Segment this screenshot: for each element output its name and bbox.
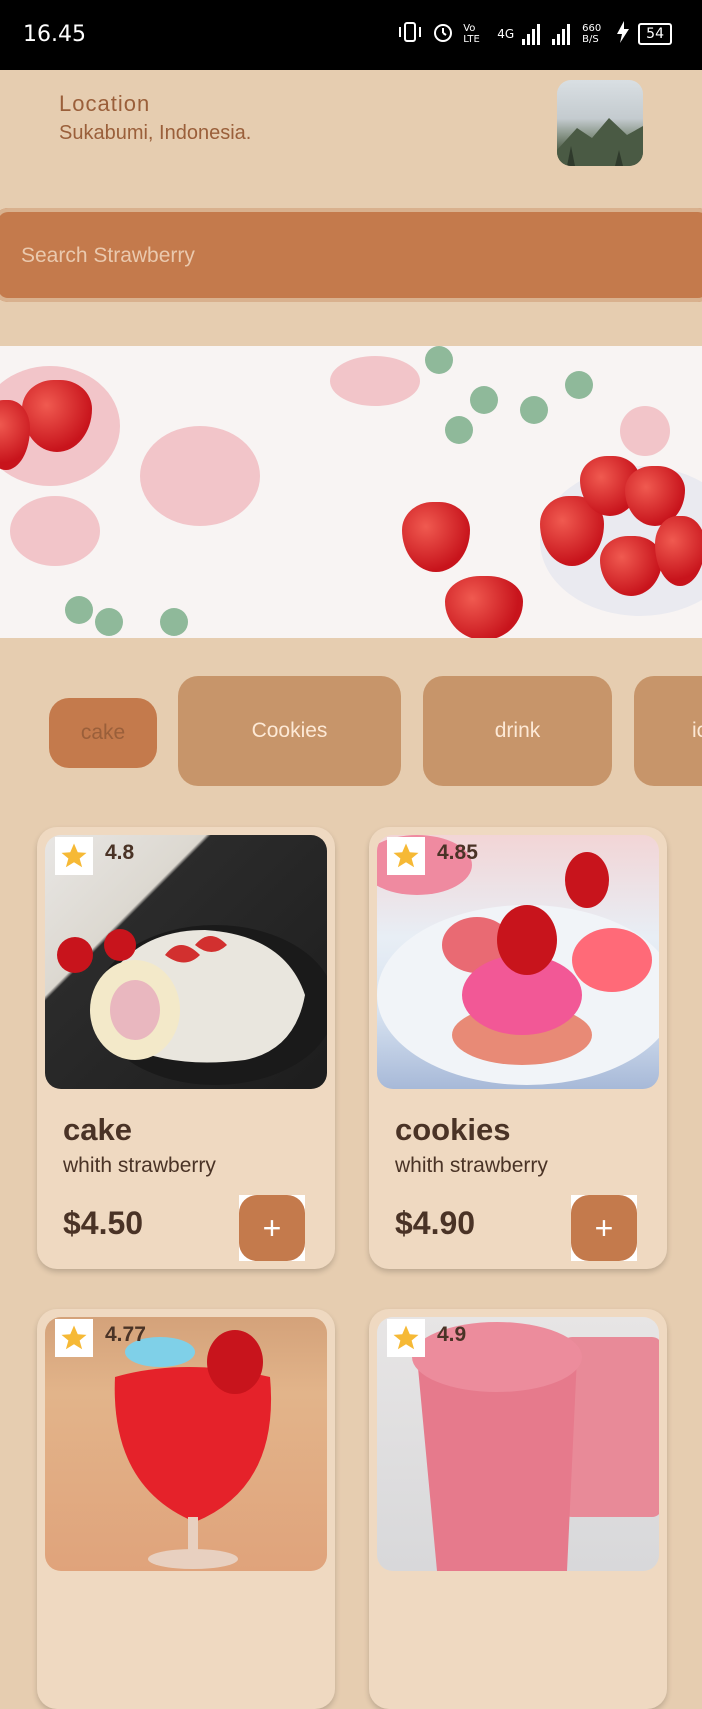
rating-star-box — [387, 1319, 425, 1357]
charging-icon — [616, 21, 630, 47]
status-time: 16.45 — [23, 22, 86, 47]
leaf-icon — [445, 416, 473, 444]
avatar[interactable] — [557, 80, 643, 166]
category-chips: cake Cookies drink ic — [0, 676, 702, 788]
status-icons: Vo LTE 4G 660 B/S 54 — [397, 20, 672, 48]
leaf-icon — [65, 596, 93, 624]
speed-label: 660 B/S — [582, 23, 602, 45]
promo-banner[interactable] — [0, 346, 702, 638]
product-subtitle: whith strawberry — [63, 1154, 216, 1177]
product-rating: 4.9 — [437, 1323, 467, 1346]
watercolor-blot — [620, 406, 670, 456]
search-input[interactable] — [19, 236, 623, 276]
product-card-cake[interactable]: 4.8 cake whith strawberry $4.50 + — [37, 827, 335, 1269]
star-icon — [61, 1325, 87, 1350]
leaf-icon — [520, 396, 548, 424]
signal-icon-2 — [552, 23, 574, 45]
plus-icon: + — [571, 1195, 637, 1261]
status-bar: 16.45 Vo LTE 4G 660 B/S 54 — [0, 0, 702, 70]
strawberry-icon — [402, 502, 470, 572]
plus-icon: + — [239, 1195, 305, 1261]
chip-cake[interactable]: cake — [49, 698, 157, 768]
leaf-icon — [470, 386, 498, 414]
product-card-cookies[interactable]: 4.85 cookies whith strawberry $4.90 + — [369, 827, 667, 1269]
strawberry-icon — [445, 576, 523, 638]
location-label: Location — [59, 91, 151, 116]
product-name: cookies — [395, 1112, 511, 1147]
signal-icon — [522, 23, 544, 45]
add-to-cart-button[interactable]: + — [571, 1195, 637, 1261]
leaf-icon — [160, 608, 188, 636]
add-to-cart-button[interactable]: + — [239, 1195, 305, 1261]
mountain-image-icon — [557, 118, 643, 166]
leaf-icon — [425, 346, 453, 374]
location-value: Sukabumi, Indonesia. — [59, 122, 252, 144]
alarm-icon — [431, 20, 455, 48]
chip-cookies[interactable]: Cookies — [178, 676, 401, 786]
watercolor-blot — [10, 496, 100, 566]
network-label: 4G — [497, 27, 515, 41]
chip-drink[interactable]: drink — [423, 676, 612, 786]
star-icon — [393, 843, 419, 868]
leaf-icon — [95, 608, 123, 636]
chip-ice-cream[interactable]: ic — [634, 676, 702, 786]
product-card-ice-cream[interactable]: 4.9 — [369, 1309, 667, 1709]
product-rating: 4.85 — [437, 841, 478, 864]
star-icon — [61, 843, 87, 868]
product-rating: 4.8 — [105, 841, 135, 864]
product-subtitle: whith strawberry — [395, 1154, 548, 1177]
leaf-icon — [565, 371, 593, 399]
product-card-drink[interactable]: 4.77 — [37, 1309, 335, 1709]
product-rating: 4.77 — [105, 1323, 146, 1346]
rating-star-box — [55, 1319, 93, 1357]
star-icon — [393, 1325, 419, 1350]
product-price: $4.50 — [63, 1205, 144, 1241]
battery-level: 54 — [638, 23, 672, 45]
watercolor-blot — [330, 356, 420, 406]
watercolor-blot — [140, 426, 260, 526]
rating-star-box — [55, 837, 93, 875]
volte-label: Vo LTE — [463, 23, 480, 45]
search-bar[interactable] — [0, 208, 702, 302]
rating-star-box — [387, 837, 425, 875]
vibrate-icon — [397, 22, 423, 46]
product-price: $4.90 — [395, 1205, 476, 1241]
product-name: cake — [63, 1112, 132, 1147]
